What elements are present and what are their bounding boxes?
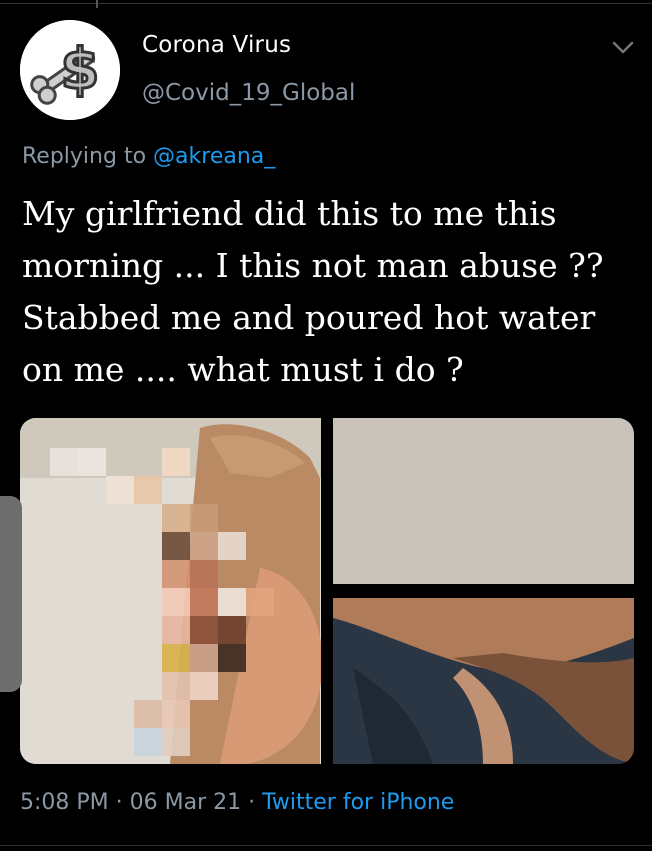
tweet-meta: 5:08 PM · 06 Mar 21 · Twitter for iPhone [20, 790, 454, 815]
tweet-source-link[interactable]: Twitter for iPhone [262, 790, 454, 815]
chevron-down-icon[interactable] [610, 38, 636, 58]
reply-prefix: Replying to [22, 144, 147, 169]
reply-context: Replying to @akreana_ [22, 144, 275, 169]
avatar[interactable]: $ [20, 20, 120, 120]
svg-text:$: $ [61, 37, 100, 102]
blurred-photo-icon [20, 418, 321, 764]
meta-separator: · [108, 790, 130, 815]
tweet-time[interactable]: 5:08 PM [20, 790, 109, 815]
tweet-text: My girlfriend did this to me this mornin… [22, 194, 604, 389]
top-scroll-tick [96, 0, 98, 8]
media-grid [20, 418, 634, 764]
side-scroll-tab[interactable] [0, 496, 22, 692]
media-image-2[interactable] [333, 418, 634, 584]
bottom-divider [0, 845, 652, 846]
dollar-sign-bone-icon: $ [20, 20, 120, 120]
photo-icon [333, 598, 634, 764]
user-handle[interactable]: @Covid_19_Global [142, 80, 355, 106]
meta-separator-2: · [241, 790, 263, 815]
reply-mention-link[interactable]: @akreana_ [153, 144, 275, 169]
tweet-date[interactable]: 06 Mar 21 [130, 790, 241, 815]
display-name[interactable]: Corona Virus [142, 32, 291, 58]
media-image-1[interactable] [20, 418, 321, 764]
media-image-3[interactable] [333, 598, 634, 764]
